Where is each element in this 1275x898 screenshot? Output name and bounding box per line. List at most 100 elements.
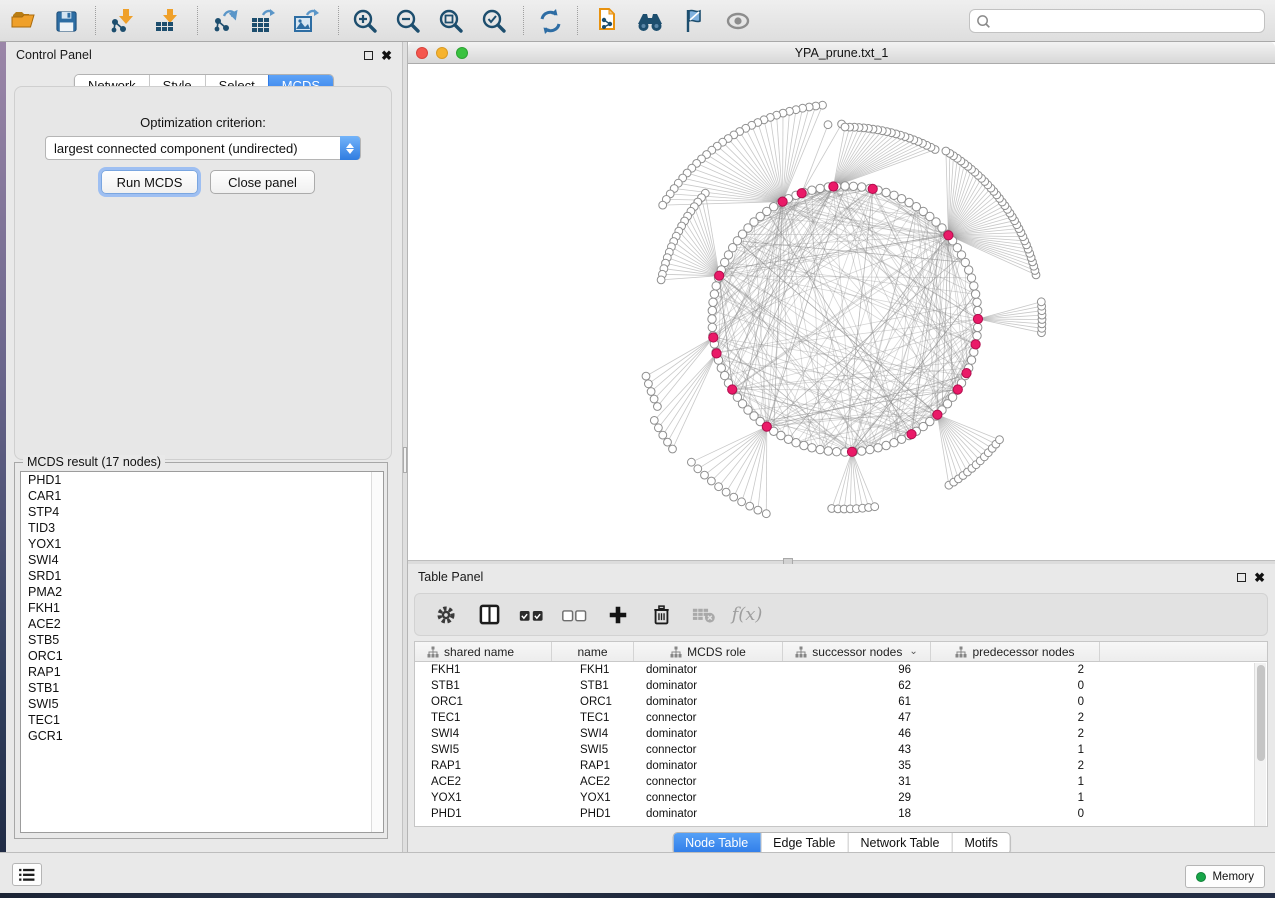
table-cell[interactable]: dominator [634, 662, 783, 678]
column-header-predecessor-nodes[interactable]: predecessor nodes [931, 642, 1100, 661]
zoom-in-button[interactable] [348, 5, 382, 37]
mcds-result-item[interactable]: SRD1 [21, 568, 383, 584]
table-cell[interactable]: connector [634, 790, 783, 806]
table-cell[interactable]: 29 [783, 790, 931, 806]
search-input[interactable] [991, 14, 1241, 28]
table-cell[interactable]: 31 [783, 774, 931, 790]
table-cell[interactable]: ORC1 [552, 694, 634, 710]
column-header-MCDS-role[interactable]: MCDS role [634, 642, 783, 661]
table-cell[interactable]: YOX1 [415, 790, 552, 806]
function-builder-button[interactable]: f(x) [734, 602, 760, 628]
search-box[interactable] [969, 9, 1265, 33]
save-session-button[interactable] [49, 5, 83, 37]
table-row[interactable]: PHD1PHD1dominator180 [415, 806, 1267, 822]
tab-network-table[interactable]: Network Table [848, 833, 952, 854]
mcds-result-item[interactable]: STB1 [21, 680, 383, 696]
search-binoculars-button[interactable] [633, 5, 667, 37]
mcds-result-item[interactable]: GCR1 [21, 728, 383, 744]
table-cell[interactable]: 0 [931, 806, 1100, 822]
table-row[interactable]: TEC1TEC1connector472 [415, 710, 1267, 726]
table-cell[interactable]: 2 [931, 662, 1100, 678]
table-cell[interactable]: 18 [783, 806, 931, 822]
tab-node-table[interactable]: Node Table [673, 833, 760, 854]
mcds-result-item[interactable]: PMA2 [21, 584, 383, 600]
table-cell[interactable]: SWI5 [415, 742, 552, 758]
import-table-button[interactable] [150, 5, 184, 37]
table-cell[interactable]: ACE2 [552, 774, 634, 790]
table-row[interactable]: SWI5SWI5connector431 [415, 742, 1267, 758]
table-cell[interactable]: ORC1 [415, 694, 552, 710]
table-cell[interactable]: 2 [931, 758, 1100, 774]
tab-motifs[interactable]: Motifs [951, 833, 1009, 854]
memory-button[interactable]: Memory [1185, 865, 1265, 888]
table-row[interactable]: RAP1RAP1dominator352 [415, 758, 1267, 774]
table-cell[interactable]: 46 [783, 726, 931, 742]
network-canvas[interactable] [408, 64, 1275, 560]
mcds-result-item[interactable]: SWI5 [21, 696, 383, 712]
table-row[interactable]: YOX1YOX1connector291 [415, 790, 1267, 806]
scrollbar-thumb[interactable] [1257, 665, 1265, 761]
table-cell[interactable]: dominator [634, 694, 783, 710]
column-header-shared-name[interactable]: shared name [415, 642, 552, 661]
float-window-icon[interactable] [1237, 573, 1246, 582]
run-mcds-button[interactable]: Run MCDS [101, 170, 198, 194]
mcds-result-item[interactable]: PHD1 [21, 472, 383, 488]
table-cell[interactable]: 0 [931, 694, 1100, 710]
table-cell[interactable]: 1 [931, 774, 1100, 790]
add-column-button[interactable] [605, 602, 631, 628]
table-cell[interactable]: connector [634, 742, 783, 758]
table-cell[interactable]: RAP1 [415, 758, 552, 774]
table-row[interactable]: FKH1FKH1dominator962 [415, 662, 1267, 678]
table-cell[interactable]: PHD1 [415, 806, 552, 822]
table-cell[interactable]: connector [634, 774, 783, 790]
close-panel-icon[interactable]: ✖ [1254, 573, 1265, 582]
close-panel-icon[interactable]: ✖ [381, 51, 392, 60]
table-cell[interactable]: dominator [634, 678, 783, 694]
table-cell[interactable]: 96 [783, 662, 931, 678]
table-cell[interactable]: dominator [634, 806, 783, 822]
table-cell[interactable]: dominator [634, 726, 783, 742]
select-all-button[interactable] [519, 602, 545, 628]
table-cell[interactable]: 2 [931, 710, 1100, 726]
table-cell[interactable]: 35 [783, 758, 931, 774]
table-cell[interactable]: 61 [783, 694, 931, 710]
table-row[interactable]: ORC1ORC1dominator610 [415, 694, 1267, 710]
show-hide-details-button[interactable] [721, 5, 755, 37]
deselect-all-button[interactable] [562, 602, 588, 628]
table-cell[interactable]: 62 [783, 678, 931, 694]
table-cell[interactable]: STB1 [415, 678, 552, 694]
gear-button[interactable] [433, 602, 459, 628]
table-cell[interactable]: 43 [783, 742, 931, 758]
table-cell[interactable]: 47 [783, 710, 931, 726]
zoom-out-button[interactable] [391, 5, 425, 37]
table-cell[interactable]: 1 [931, 742, 1100, 758]
mcds-result-item[interactable]: CAR1 [21, 488, 383, 504]
refresh-button[interactable] [533, 5, 567, 37]
table-cell[interactable]: PHD1 [552, 806, 634, 822]
table-cell[interactable]: 0 [931, 678, 1100, 694]
export-image-button[interactable] [289, 5, 323, 37]
table-cell[interactable]: TEC1 [552, 710, 634, 726]
zoom-fit-button[interactable] [434, 5, 468, 37]
zoom-selected-button[interactable] [477, 5, 511, 37]
import-network-button[interactable] [106, 5, 140, 37]
table-row[interactable]: ACE2ACE2connector311 [415, 774, 1267, 790]
mcds-result-item[interactable]: RAP1 [21, 664, 383, 680]
column-header-successor-nodes[interactable]: successor nodes⌄ [783, 642, 931, 661]
task-history-button[interactable] [12, 863, 42, 886]
mcds-list-scrollbar[interactable] [371, 472, 383, 832]
tab-edge-table[interactable]: Edge Table [760, 833, 847, 854]
table-cell[interactable]: FKH1 [552, 662, 634, 678]
table-cell[interactable]: ACE2 [415, 774, 552, 790]
close-panel-button[interactable]: Close panel [210, 170, 315, 194]
table-cell[interactable]: YOX1 [552, 790, 634, 806]
table-cell[interactable]: 1 [931, 790, 1100, 806]
mcds-result-item[interactable]: SWI4 [21, 552, 383, 568]
mcds-result-item[interactable]: TEC1 [21, 712, 383, 728]
table-cell[interactable]: FKH1 [415, 662, 552, 678]
float-window-icon[interactable] [364, 51, 373, 60]
mcds-result-item[interactable]: YOX1 [21, 536, 383, 552]
table-cell[interactable]: STB1 [552, 678, 634, 694]
table-cell[interactable]: dominator [634, 758, 783, 774]
export-table-button[interactable] [246, 5, 280, 37]
